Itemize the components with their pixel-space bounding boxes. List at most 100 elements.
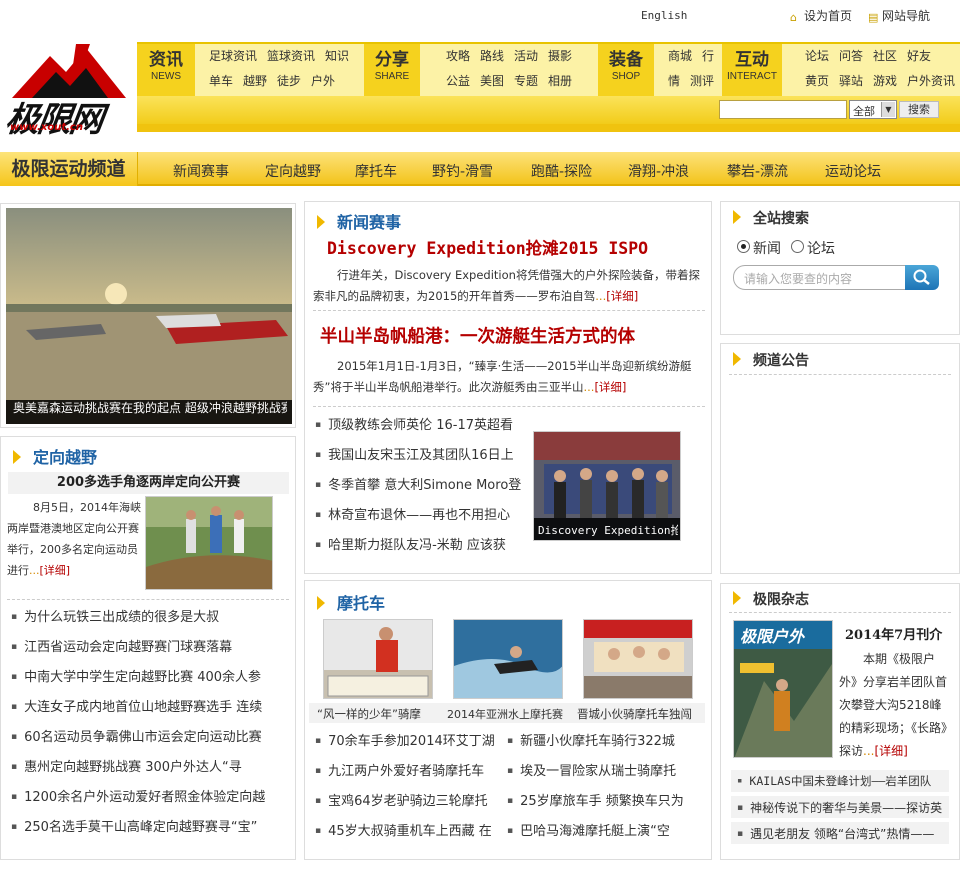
channel-item[interactable]: 新闻赛事	[173, 161, 229, 181]
list-item[interactable]: 顶级教练会师英伦 16-17英超看	[315, 414, 527, 433]
list-item[interactable]: 宝鸡64岁老驴骑边三轮摩托	[315, 790, 509, 809]
hero-image[interactable]	[6, 208, 292, 424]
list-item[interactable]: 林奇宣布退休——再也不用担心	[315, 504, 527, 523]
moto-caption[interactable]: 晋城小伙骑摩托车独闯	[577, 706, 703, 722]
list-item[interactable]: 冬季首攀 意大利Simone Moro登	[315, 474, 527, 493]
channel-item[interactable]: 摩托车	[355, 161, 397, 181]
orienteering-image[interactable]	[145, 496, 273, 590]
news-headline-1[interactable]: Discovery Expedition抢滩2015 ISPO	[327, 235, 697, 259]
hero-photo-graphic	[6, 208, 292, 424]
nav-link[interactable]: 路线	[480, 49, 504, 63]
channel-item[interactable]: 野钓-滑雪	[432, 161, 493, 181]
channel-item[interactable]: 跑酷-探险	[531, 161, 592, 181]
moto-heading[interactable]: 摩托车	[317, 590, 385, 614]
moto-photo-3[interactable]	[583, 619, 693, 699]
magazine-cover[interactable]: 极限户外	[733, 620, 833, 758]
news-heading[interactable]: 新闻赛事	[317, 209, 401, 233]
list-item[interactable]: 江西省运动会定向越野赛门球赛落幕	[11, 636, 287, 655]
list-item[interactable]: 埃及一冒险家从瑞士骑摩托	[507, 760, 703, 779]
nav-link[interactable]: 论坛	[805, 49, 829, 63]
orienteering-feature-title[interactable]: 200多选手角逐两岸定向公开赛	[8, 472, 289, 494]
list-item[interactable]: 60名运动员争霸佛山市运会定向运动比赛	[11, 726, 287, 745]
nav-link[interactable]: 足球资讯	[209, 49, 257, 63]
nav-link[interactable]: 问答	[839, 49, 863, 63]
nav-news-head[interactable]: 资讯 NEWS	[137, 44, 195, 96]
moto-caption[interactable]: 2014年亚洲水上摩托赛	[447, 706, 573, 722]
nav-link[interactable]: 商城	[668, 49, 692, 63]
channel-item[interactable]: 攀岩-漂流	[727, 161, 788, 181]
list-item[interactable]: 中南大学中学生定向越野比赛 400余人参	[11, 666, 287, 685]
site-logo[interactable]: 极限网 www.xout.cn	[3, 42, 132, 140]
detail-link[interactable]: [详细]	[595, 289, 638, 303]
list-item[interactable]: 惠州定向越野挑战赛 300户外达人“寻	[11, 756, 287, 775]
nav-link[interactable]: 知识	[325, 49, 349, 63]
nav-link[interactable]: 专题	[514, 74, 538, 88]
nav-link[interactable]: 单车	[209, 74, 233, 88]
moto-caption[interactable]: “风一样的少年”骑摩	[317, 706, 443, 722]
list-item[interactable]: 25岁摩旅车手 频繁换车只为	[507, 790, 703, 809]
set-home-link[interactable]: ⌂ 设为首页	[790, 7, 852, 24]
nav-link[interactable]: 好友	[907, 49, 931, 63]
english-link[interactable]: English	[641, 9, 687, 22]
list-item[interactable]: 神秘传说下的奢华与美景——探访英	[737, 799, 947, 816]
nav-link[interactable]: 相册	[548, 74, 572, 88]
header-search-button[interactable]: 搜索	[899, 101, 939, 118]
news-headline-2[interactable]: 半山半岛帆船港：一次游艇生活方式的体	[320, 323, 700, 348]
list-item[interactable]: KAILAS中国未登峰计划——岩羊团队	[737, 773, 947, 789]
nav-interact-head[interactable]: 互动 INTERACT	[722, 44, 782, 96]
orienteering-heading[interactable]: 定向越野	[13, 444, 97, 468]
nav-share-head[interactable]: 分享 SHARE	[364, 44, 420, 96]
list-item[interactable]: 250名选手莫干山高峰定向越野赛寻“宝”	[11, 816, 287, 835]
nav-link[interactable]: 篮球资讯	[267, 49, 315, 63]
nav-link[interactable]: 公益	[446, 74, 470, 88]
detail-link[interactable]: [详细]	[29, 564, 70, 577]
nav-link[interactable]: 游戏	[873, 74, 897, 88]
list-item[interactable]: 大连女子成内地首位山地越野赛选手 连续	[11, 696, 287, 715]
radio-button-checked[interactable]	[737, 240, 750, 253]
moto-photo-1[interactable]	[323, 619, 433, 699]
list-item[interactable]: 我国山友宋玉江及其团队16日上	[315, 444, 527, 463]
search-scope-select[interactable]: 全部 ▼	[849, 100, 897, 119]
list-item[interactable]: 1200余名户外运动爱好者照金体验定向越	[11, 786, 287, 805]
nav-link[interactable]: 摄影	[548, 49, 572, 63]
channel-item[interactable]: 运动论坛	[825, 161, 881, 181]
nav-link[interactable]: 测评	[690, 74, 714, 88]
magazine-issue-title[interactable]: 2014年7月刊介	[845, 624, 942, 643]
detail-link[interactable]: [详细]	[863, 744, 908, 758]
site-search-input[interactable]: 请输入您要查的内容	[733, 265, 907, 290]
list-item[interactable]: 九江两户外爱好者骑摩托车	[315, 760, 509, 779]
list-item[interactable]: 70余车手参加2014环艾丁湖	[315, 730, 509, 749]
list-item[interactable]: 哈里斯力挺队友冯-米勒 应该获	[315, 534, 527, 553]
header-search-input[interactable]	[719, 100, 847, 119]
list-item[interactable]: 45岁大叔骑重机车上西藏 在	[315, 820, 509, 839]
news-photo[interactable]: Discovery Expedition抢	[533, 431, 681, 541]
nav-link[interactable]: 户外	[311, 74, 335, 88]
nav-link[interactable]: 户外资讯	[907, 74, 955, 88]
detail-link[interactable]: [详细]	[583, 380, 626, 394]
list-item[interactable]: 为什么玩铁三出成绩的很多是大叔	[11, 606, 287, 625]
hero-caption[interactable]: 奥美嘉森运动挑战赛在我的起点 超级冲浪越野挑战赛举行	[13, 399, 287, 416]
list-item[interactable]: 巴哈马海滩摩托艇上演“空	[507, 820, 703, 839]
nav-link[interactable]: 行	[702, 49, 714, 63]
magazine-cover-title: 极限户外	[740, 627, 805, 646]
radio-forum[interactable]: 论坛	[791, 238, 835, 258]
nav-link[interactable]: 活动	[514, 49, 538, 63]
radio-news[interactable]: 新闻	[737, 238, 781, 258]
site-nav-link[interactable]: ▤ 网站导航	[868, 7, 930, 24]
nav-link[interactable]: 徒步	[277, 74, 301, 88]
nav-link[interactable]: 社区	[873, 49, 897, 63]
nav-link[interactable]: 攻略	[446, 49, 470, 63]
nav-link[interactable]: 情	[668, 74, 680, 88]
nav-link[interactable]: 越野	[243, 74, 267, 88]
nav-link[interactable]: 美图	[480, 74, 504, 88]
list-item[interactable]: 新疆小伙摩托车骑行322城	[507, 730, 703, 749]
nav-link[interactable]: 黄页	[805, 74, 829, 88]
radio-button[interactable]	[791, 240, 804, 253]
list-item[interactable]: 遇见老朋友 领略“台湾式”热情——	[737, 825, 947, 842]
nav-link[interactable]: 驿站	[839, 74, 863, 88]
nav-shop-head[interactable]: 装备 SHOP	[598, 44, 654, 96]
channel-item[interactable]: 滑翔-冲浪	[628, 161, 689, 181]
channel-item[interactable]: 定向越野	[265, 161, 321, 181]
moto-photo-2[interactable]	[453, 619, 563, 699]
site-search-button[interactable]	[905, 265, 939, 290]
